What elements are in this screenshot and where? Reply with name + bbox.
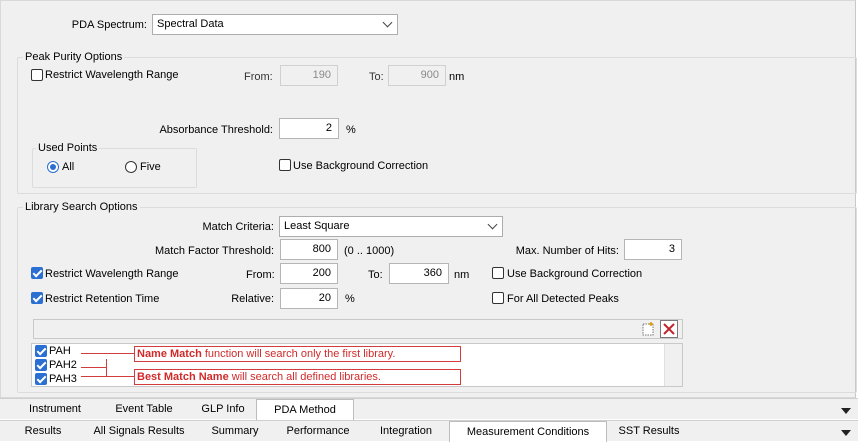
pp-to-field[interactable]: 900 bbox=[388, 65, 446, 86]
method-tabs: Instrument Event Table GLP Info PDA Meth… bbox=[0, 398, 858, 420]
ls-to-label: To: bbox=[368, 269, 383, 281]
tab-results[interactable]: Results bbox=[16, 421, 70, 442]
callout-text: function will search only the first libr… bbox=[201, 348, 396, 360]
match-factor-range: (0 .. 1000) bbox=[344, 245, 395, 257]
library-list-scrollbar[interactable] bbox=[664, 344, 682, 386]
library-item-label: PAH bbox=[49, 345, 71, 357]
library-item-label: PAH2 bbox=[49, 359, 77, 371]
pda-method-panel: PDA Spectrum: Spectral Data Peak Purity … bbox=[0, 0, 857, 398]
pda-spectrum-value: Spectral Data bbox=[157, 18, 224, 30]
callout-bold: Name Match bbox=[137, 348, 202, 360]
library-item-checkbox[interactable] bbox=[35, 345, 47, 357]
tab-sst-results[interactable]: SST Results bbox=[612, 421, 686, 442]
library-item-label: PAH3 bbox=[49, 373, 77, 385]
ls-to-field[interactable]: 360 bbox=[389, 263, 449, 284]
pp-to-label: To: bbox=[369, 71, 384, 83]
chevron-down-icon bbox=[487, 219, 498, 230]
ls-from-label: From: bbox=[246, 269, 275, 281]
max-hits-field[interactable]: 3 bbox=[624, 239, 682, 260]
new-item-icon[interactable] bbox=[639, 321, 657, 337]
pp-from-label: From: bbox=[244, 71, 273, 83]
pp-restrict-wavelength-label: Restrict Wavelength Range bbox=[45, 69, 179, 81]
ls-background-correction-label: Use Background Correction bbox=[507, 268, 643, 280]
used-points-all-label: All bbox=[62, 161, 75, 173]
ls-unit-label: nm bbox=[454, 269, 470, 281]
callout-best-match: Best Match Name will search all defined … bbox=[134, 369, 461, 385]
pda-spectrum-select[interactable]: Spectral Data bbox=[152, 14, 398, 35]
tab-integration[interactable]: Integration bbox=[370, 421, 442, 442]
all-detected-peaks-checkbox[interactable] bbox=[492, 292, 504, 304]
chevron-down-icon[interactable] bbox=[841, 408, 851, 414]
tab-measurement-conditions[interactable]: Measurement Conditions bbox=[449, 421, 607, 442]
absorbance-threshold-field[interactable]: 2 bbox=[279, 118, 339, 139]
library-item-checkbox[interactable] bbox=[35, 373, 47, 385]
tab-pda-method[interactable]: PDA Method bbox=[256, 399, 354, 420]
callout-name-match: Name Match function will search only the… bbox=[134, 346, 461, 362]
tab-performance[interactable]: Performance bbox=[276, 421, 360, 442]
library-search-title: Library Search Options bbox=[23, 200, 140, 214]
used-points-five-radio[interactable] bbox=[125, 161, 137, 173]
relative-field[interactable]: 20 bbox=[280, 288, 338, 309]
pda-spectrum-label: PDA Spectrum: bbox=[71, 19, 147, 31]
pp-background-correction-label: Use Background Correction bbox=[293, 160, 429, 172]
match-criteria-label: Match Criteria: bbox=[202, 221, 274, 233]
callout-connector bbox=[81, 353, 134, 354]
result-tabs: Results All Signals Results Summary Perf… bbox=[0, 420, 858, 442]
max-hits-label: Max. Number of Hits: bbox=[515, 245, 619, 257]
restrict-retention-time-label: Restrict Retention Time bbox=[45, 293, 160, 305]
ls-background-correction-checkbox[interactable] bbox=[492, 267, 504, 279]
tab-all-signals-results[interactable]: All Signals Results bbox=[80, 421, 198, 442]
restrict-retention-time-checkbox[interactable] bbox=[31, 292, 43, 304]
relative-label: Relative: bbox=[231, 293, 274, 305]
pp-restrict-wavelength-checkbox[interactable] bbox=[31, 69, 43, 81]
match-criteria-value: Least Square bbox=[284, 220, 350, 232]
tab-summary[interactable]: Summary bbox=[204, 421, 266, 442]
match-criteria-select[interactable]: Least Square bbox=[279, 216, 503, 237]
relative-unit: % bbox=[345, 293, 355, 305]
pp-background-correction-checkbox[interactable] bbox=[279, 159, 291, 171]
used-points-five-label: Five bbox=[140, 161, 161, 173]
tab-event-table[interactable]: Event Table bbox=[102, 399, 186, 420]
tab-instrument[interactable]: Instrument bbox=[14, 399, 96, 420]
chevron-down-icon[interactable] bbox=[841, 430, 851, 436]
match-factor-field[interactable]: 800 bbox=[280, 239, 338, 260]
absorbance-threshold-label: Absorbance Threshold: bbox=[159, 124, 273, 136]
all-detected-peaks-label: For All Detected Peaks bbox=[507, 293, 619, 305]
chevron-down-icon bbox=[382, 17, 393, 28]
pp-from-field[interactable]: 190 bbox=[280, 65, 338, 86]
absorbance-unit: % bbox=[346, 124, 356, 136]
library-item-checkbox[interactable] bbox=[35, 359, 47, 371]
ls-restrict-wavelength-label: Restrict Wavelength Range bbox=[45, 268, 179, 280]
match-factor-label: Match Factor Threshold: bbox=[154, 245, 274, 257]
callout-bold: Best Match Name bbox=[137, 371, 229, 383]
ls-from-field[interactable]: 200 bbox=[280, 263, 338, 284]
used-points-title: Used Points bbox=[36, 141, 100, 155]
callout-text: will search all defined libraries. bbox=[228, 371, 381, 383]
used-points-all-radio[interactable] bbox=[47, 161, 59, 173]
pp-unit-label: nm bbox=[449, 71, 465, 83]
callout-connector bbox=[81, 376, 134, 377]
ls-restrict-wavelength-checkbox[interactable] bbox=[31, 267, 43, 279]
tab-glp-info[interactable]: GLP Info bbox=[190, 399, 256, 420]
peak-purity-title: Peak Purity Options bbox=[23, 50, 125, 64]
library-list-toolbar bbox=[33, 319, 683, 339]
callout-connector bbox=[81, 367, 107, 368]
delete-icon[interactable] bbox=[660, 320, 678, 338]
